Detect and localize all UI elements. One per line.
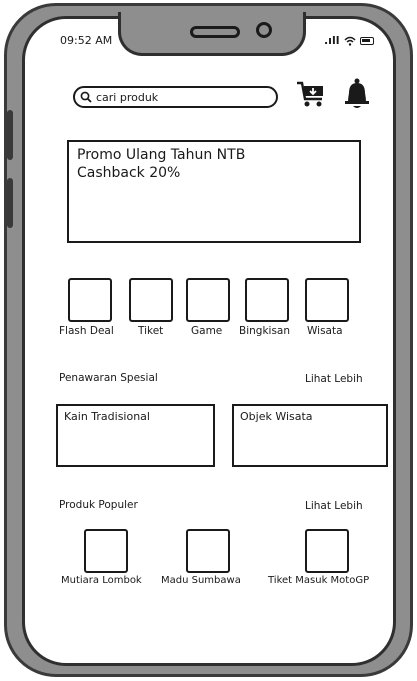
category-tiket-icon[interactable]: [129, 278, 173, 322]
volume-down-button: [7, 178, 13, 228]
product-madu-sumbawa-image[interactable]: [186, 529, 230, 573]
promo-subtitle: Cashback 20%: [77, 165, 181, 181]
offer-card-objek-wisata[interactable]: Objek Wisata: [232, 404, 388, 467]
cart-icon[interactable]: [296, 80, 326, 108]
special-offers-title: Penawaran Spesial: [59, 372, 158, 384]
category-wisata-icon[interactable]: [305, 278, 349, 322]
signal-icon: .ıll: [324, 34, 340, 47]
search-input[interactable]: [96, 90, 266, 104]
front-camera: [256, 22, 272, 38]
product-mutiara-lombok-image[interactable]: [84, 529, 128, 573]
popular-products-more-link[interactable]: Lihat Lebih: [305, 500, 363, 512]
product-madu-sumbawa-label[interactable]: Madu Sumbawa: [161, 575, 241, 586]
wifi-icon: [343, 36, 356, 46]
category-flash-deal-label[interactable]: Flash Deal: [59, 325, 114, 337]
promo-title: Promo Ulang Tahun NTB: [77, 147, 246, 163]
popular-products-title: Produk Populer: [59, 499, 138, 511]
offer-card-label: Objek Wisata: [240, 410, 313, 423]
promo-banner[interactable]: Promo Ulang Tahun NTB Cashback 20%: [67, 140, 361, 243]
battery-icon: [359, 36, 374, 45]
search-icon: [80, 91, 92, 103]
speaker: [190, 26, 240, 38]
category-game-icon[interactable]: [186, 278, 230, 322]
special-offers-more-link[interactable]: Lihat Lebih: [305, 373, 363, 385]
category-game-label[interactable]: Game: [191, 325, 222, 337]
product-tiket-motogp-label[interactable]: Tiket Masuk MotoGP: [268, 575, 369, 586]
status-icons: .ıll: [324, 34, 374, 47]
product-mutiara-lombok-label[interactable]: Mutiara Lombok: [61, 575, 142, 586]
category-wisata-label[interactable]: Wisata: [307, 325, 343, 337]
category-bingkisan-label[interactable]: Bingkisan: [239, 325, 290, 337]
product-tiket-motogp-image[interactable]: [305, 529, 349, 573]
search-bar[interactable]: [73, 86, 278, 108]
category-flash-deal-icon[interactable]: [68, 278, 112, 322]
bell-icon[interactable]: [342, 78, 372, 110]
offer-card-kain-tradisional[interactable]: Kain Tradisional: [56, 404, 215, 467]
status-time: 09:52 AM: [60, 34, 113, 47]
volume-up-button: [7, 110, 13, 160]
offer-card-label: Kain Tradisional: [64, 410, 150, 423]
category-tiket-label[interactable]: Tiket: [138, 325, 163, 337]
category-bingkisan-icon[interactable]: [245, 278, 289, 322]
